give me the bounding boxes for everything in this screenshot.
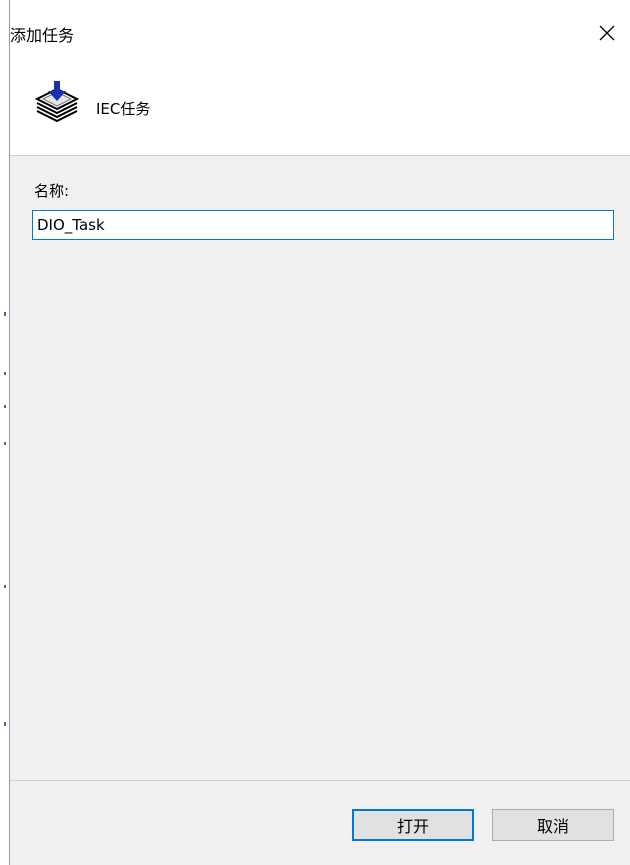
edge-mark xyxy=(4,372,6,375)
edge-mark xyxy=(4,312,6,316)
cancel-button[interactable]: 取消 xyxy=(492,809,614,841)
edge-mark xyxy=(4,442,6,445)
dialog-header: IEC任务 xyxy=(10,66,630,155)
edge-mark xyxy=(4,405,6,408)
open-button[interactable]: 打开 xyxy=(352,809,474,841)
close-icon xyxy=(599,25,615,41)
task-stack-download-icon xyxy=(34,81,80,123)
background-window-edge xyxy=(0,0,10,865)
close-button[interactable] xyxy=(584,14,630,52)
name-label: 名称: xyxy=(34,182,70,200)
edge-mark xyxy=(4,722,6,726)
add-task-dialog: 添加任务 IEC任务 名称: 打开 取消 xyxy=(10,0,630,865)
dialog-title: 添加任务 xyxy=(10,26,75,45)
name-input[interactable] xyxy=(32,210,614,240)
dialog-header-label: IEC任务 xyxy=(96,100,151,118)
title-bar: 添加任务 xyxy=(10,0,630,66)
dialog-footer: 打开 取消 xyxy=(10,781,630,865)
dialog-body: 名称: xyxy=(10,156,630,780)
edge-mark xyxy=(4,585,6,588)
